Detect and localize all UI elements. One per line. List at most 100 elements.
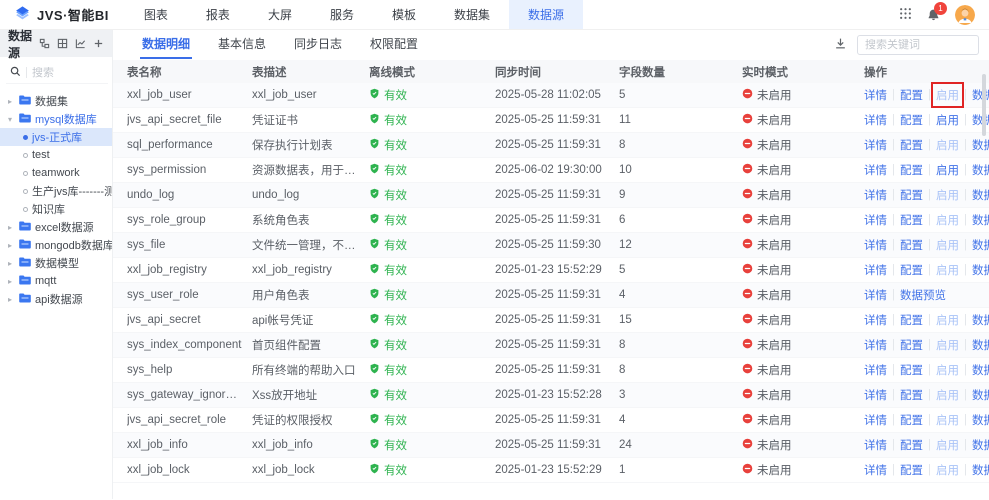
tree-folder-数据模型[interactable]: ▸ 数据模型 bbox=[0, 254, 112, 272]
op-数据预览[interactable]: 数据预览 bbox=[972, 112, 989, 128]
grid-view-icon[interactable] bbox=[57, 38, 68, 49]
tree-leaf-jvs-正式库[interactable]: jvs-正式库 bbox=[0, 128, 112, 146]
op-数据预览[interactable]: 数据预览 bbox=[900, 287, 946, 303]
tab-基本信息[interactable]: 基本信息 bbox=[204, 30, 280, 60]
app-logo[interactable]: JVS·智能BI bbox=[0, 0, 125, 29]
op-数据预览[interactable]: 数据预览 bbox=[972, 437, 989, 453]
op-启用[interactable]: 启用 bbox=[936, 312, 959, 328]
notifications-bell-icon[interactable]: 1 bbox=[927, 1, 947, 22]
table-search-input[interactable] bbox=[865, 39, 971, 51]
op-配置[interactable]: 配置 bbox=[900, 462, 923, 478]
op-详情[interactable]: 详情 bbox=[864, 462, 887, 478]
table-search[interactable] bbox=[857, 35, 979, 55]
tree-folder-mysql数据库[interactable]: ▾ mysql数据库 bbox=[0, 110, 112, 128]
op-数据预览[interactable]: 数据预览 bbox=[972, 162, 989, 178]
op-详情[interactable]: 详情 bbox=[864, 87, 887, 103]
sidebar-search-input[interactable] bbox=[32, 66, 92, 79]
op-配置[interactable]: 配置 bbox=[900, 137, 923, 153]
op-配置[interactable]: 配置 bbox=[900, 187, 923, 203]
op-配置[interactable]: 配置 bbox=[900, 312, 923, 328]
vertical-scrollbar[interactable] bbox=[982, 74, 986, 136]
op-数据预览[interactable]: 数据预览 bbox=[972, 187, 989, 203]
op-配置[interactable]: 配置 bbox=[900, 387, 923, 403]
op-数据预览[interactable]: 数据预览 bbox=[972, 337, 989, 353]
op-数据预览[interactable]: 数据预览 bbox=[972, 212, 989, 228]
op-配置[interactable]: 配置 bbox=[900, 262, 923, 278]
op-数据预览[interactable]: 数据预览 bbox=[972, 137, 989, 153]
op-详情[interactable]: 详情 bbox=[864, 212, 887, 228]
op-启用[interactable]: 启用 bbox=[936, 262, 959, 278]
op-详情[interactable]: 详情 bbox=[864, 312, 887, 328]
op-详情[interactable]: 详情 bbox=[864, 262, 887, 278]
op-启用[interactable]: 启用 bbox=[936, 137, 959, 153]
op-启用[interactable]: 启用 bbox=[936, 112, 959, 128]
download-icon[interactable] bbox=[834, 37, 847, 53]
op-启用[interactable]: 启用 bbox=[936, 162, 959, 178]
op-详情[interactable]: 详情 bbox=[864, 387, 887, 403]
tree-leaf-teamwork[interactable]: teamwork bbox=[0, 164, 112, 182]
op-数据预览[interactable]: 数据预览 bbox=[972, 237, 989, 253]
caret-right-icon[interactable]: ▸ bbox=[8, 259, 15, 268]
caret-right-icon[interactable]: ▸ bbox=[8, 241, 15, 250]
op-配置[interactable]: 配置 bbox=[900, 87, 923, 103]
op-启用[interactable]: 启用 bbox=[936, 412, 959, 428]
op-数据预览[interactable]: 数据预览 bbox=[972, 462, 989, 478]
tree-leaf-生产jvs库-------测试[interactable]: 生产jvs库-------测试 bbox=[0, 182, 112, 200]
op-启用[interactable]: 启用 bbox=[936, 362, 959, 378]
op-启用[interactable]: 启用 bbox=[936, 387, 959, 403]
op-启用[interactable]: 启用 bbox=[931, 82, 964, 108]
tree-leaf-知识库[interactable]: 知识库 bbox=[0, 200, 112, 218]
op-配置[interactable]: 配置 bbox=[900, 237, 923, 253]
op-启用[interactable]: 启用 bbox=[936, 337, 959, 353]
user-avatar[interactable] bbox=[955, 4, 975, 25]
caret-right-icon[interactable]: ▸ bbox=[8, 223, 15, 232]
op-配置[interactable]: 配置 bbox=[900, 412, 923, 428]
tree-leaf-test[interactable]: test bbox=[0, 146, 112, 164]
op-详情[interactable]: 详情 bbox=[864, 137, 887, 153]
nav-item-服务[interactable]: 服务 bbox=[311, 0, 373, 29]
op-详情[interactable]: 详情 bbox=[864, 362, 887, 378]
op-详情[interactable]: 详情 bbox=[864, 287, 887, 303]
op-配置[interactable]: 配置 bbox=[900, 437, 923, 453]
tab-数据明细[interactable]: 数据明细 bbox=[128, 30, 204, 60]
op-数据预览[interactable]: 数据预览 bbox=[972, 312, 989, 328]
op-详情[interactable]: 详情 bbox=[864, 187, 887, 203]
op-数据预览[interactable]: 数据预览 bbox=[972, 387, 989, 403]
nav-item-数据源[interactable]: 数据源 bbox=[509, 0, 584, 29]
op-数据预览[interactable]: 数据预览 bbox=[972, 87, 989, 103]
op-详情[interactable]: 详情 bbox=[864, 337, 887, 353]
op-数据预览[interactable]: 数据预览 bbox=[972, 262, 989, 278]
tab-同步日志[interactable]: 同步日志 bbox=[280, 30, 356, 60]
tree-folder-api数据源[interactable]: ▸ api数据源 bbox=[0, 290, 112, 308]
tree-folder-mongodb数据库[interactable]: ▸ mongodb数据库 bbox=[0, 236, 112, 254]
op-启用[interactable]: 启用 bbox=[936, 437, 959, 453]
op-详情[interactable]: 详情 bbox=[864, 237, 887, 253]
op-详情[interactable]: 详情 bbox=[864, 412, 887, 428]
tab-权限配置[interactable]: 权限配置 bbox=[356, 30, 432, 60]
sidebar-search[interactable] bbox=[6, 62, 108, 84]
op-启用[interactable]: 启用 bbox=[936, 212, 959, 228]
op-配置[interactable]: 配置 bbox=[900, 212, 923, 228]
op-启用[interactable]: 启用 bbox=[936, 237, 959, 253]
tree-folder-excel数据源[interactable]: ▸ excel数据源 bbox=[0, 218, 112, 236]
caret-right-icon[interactable]: ▸ bbox=[8, 295, 15, 304]
nav-item-大屏[interactable]: 大屏 bbox=[249, 0, 311, 29]
op-详情[interactable]: 详情 bbox=[864, 437, 887, 453]
nav-item-图表[interactable]: 图表 bbox=[125, 0, 187, 29]
op-详情[interactable]: 详情 bbox=[864, 162, 887, 178]
nav-item-模板[interactable]: 模板 bbox=[373, 0, 435, 29]
nav-item-报表[interactable]: 报表 bbox=[187, 0, 249, 29]
op-配置[interactable]: 配置 bbox=[900, 362, 923, 378]
op-启用[interactable]: 启用 bbox=[936, 187, 959, 203]
op-配置[interactable]: 配置 bbox=[900, 162, 923, 178]
structure-icon[interactable] bbox=[39, 38, 50, 49]
op-启用[interactable]: 启用 bbox=[936, 462, 959, 478]
nav-item-数据集[interactable]: 数据集 bbox=[435, 0, 509, 29]
op-数据预览[interactable]: 数据预览 bbox=[972, 412, 989, 428]
trend-chart-icon[interactable] bbox=[75, 38, 86, 49]
tree-folder-mqtt[interactable]: ▸ mqtt bbox=[0, 272, 112, 290]
op-数据预览[interactable]: 数据预览 bbox=[972, 362, 989, 378]
op-配置[interactable]: 配置 bbox=[900, 337, 923, 353]
caret-right-icon[interactable]: ▸ bbox=[8, 97, 15, 106]
op-详情[interactable]: 详情 bbox=[864, 112, 887, 128]
